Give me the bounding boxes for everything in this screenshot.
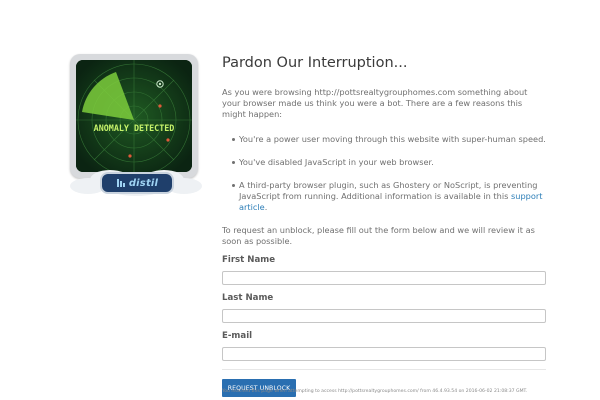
email-label: E-mail (222, 331, 253, 341)
main-content: Pardon Our Interruption... As you were b… (222, 54, 548, 397)
page-title: Pardon Our Interruption... (222, 55, 408, 71)
first-name-input[interactable] (222, 271, 546, 285)
radar-blip (128, 154, 132, 158)
intro-text: As you were browsing http://pottsrealtyg… (222, 87, 528, 119)
distil-logo-icon (116, 179, 125, 187)
radar-frame: ANOMALY DETECTED (70, 54, 198, 178)
radar-screen: ANOMALY DETECTED (76, 60, 192, 172)
list-item: A third-party browser plugin, such as Gh… (232, 180, 548, 213)
reasons-list: You're a power user moving through this … (222, 134, 548, 213)
last-name-label: Last Name (222, 293, 274, 303)
radar-text: ANOMALY DETECTED (94, 123, 175, 133)
list-item: You're a power user moving through this … (232, 134, 548, 145)
distil-logo-text: distil (128, 177, 159, 189)
first-name-label: First Name (222, 255, 276, 265)
footer-note: You reached this page when attempting to… (222, 389, 528, 394)
last-name-input[interactable] (222, 309, 546, 323)
email-input[interactable] (222, 347, 546, 361)
radar-blip (158, 104, 162, 108)
radar-illustration: ANOMALY DETECTED distil (66, 54, 206, 204)
radar-graphic: ANOMALY DETECTED (76, 60, 192, 172)
list-item: You've disabled JavaScript in your web b… (232, 157, 548, 168)
radar-blip (166, 138, 170, 142)
request-text: To request an unblock, please fill out t… (222, 225, 535, 246)
distil-logo: distil (100, 172, 174, 194)
request-unblock-button[interactable]: REQUEST UNBLOCK (222, 379, 296, 397)
form-divider (222, 369, 546, 370)
